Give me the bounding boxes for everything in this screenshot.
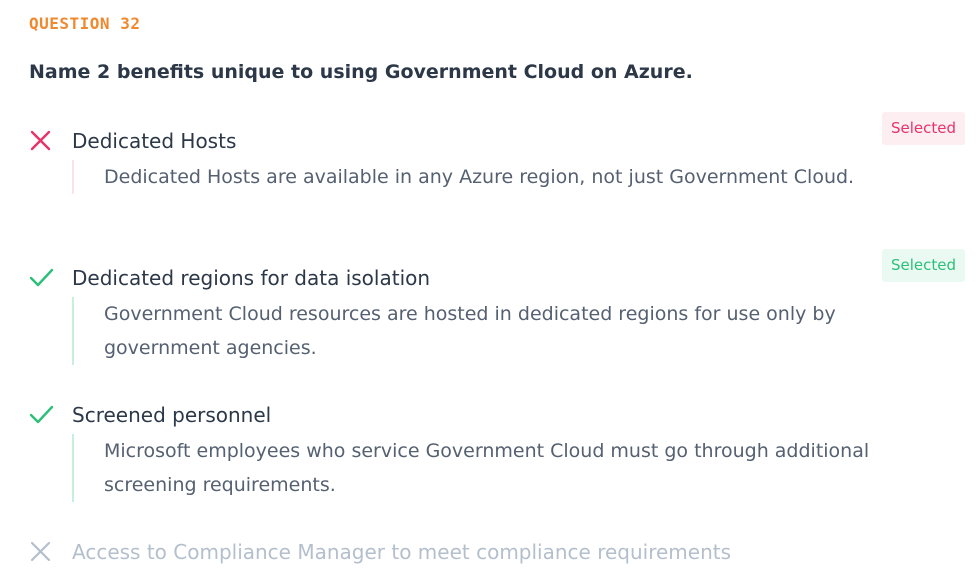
option-label: Dedicated regions for data isolation [72,266,431,290]
selected-badge: Selected [881,249,965,282]
option-label: Dedicated Hosts [72,129,237,153]
option-explanation: Government Cloud resources are hosted in… [72,297,904,365]
option-label: Screened personnel [72,403,272,427]
x-icon [29,129,52,152]
option-label: Access to Compliance Manager to meet com… [72,540,732,564]
quiz-review: QUESTION 32 Name 2 benefits unique to us… [0,0,979,586]
question-number: QUESTION 32 [29,14,141,33]
option-explanation: Dedicated Hosts are available in any Azu… [72,160,904,194]
check-icon [29,266,54,289]
check-icon [29,403,54,426]
question-text: Name 2 benefits unique to using Governme… [29,61,693,83]
option-explanation: Microsoft employees who service Governme… [72,434,904,502]
selected-badge: Selected [881,112,965,145]
x-icon [29,540,52,563]
